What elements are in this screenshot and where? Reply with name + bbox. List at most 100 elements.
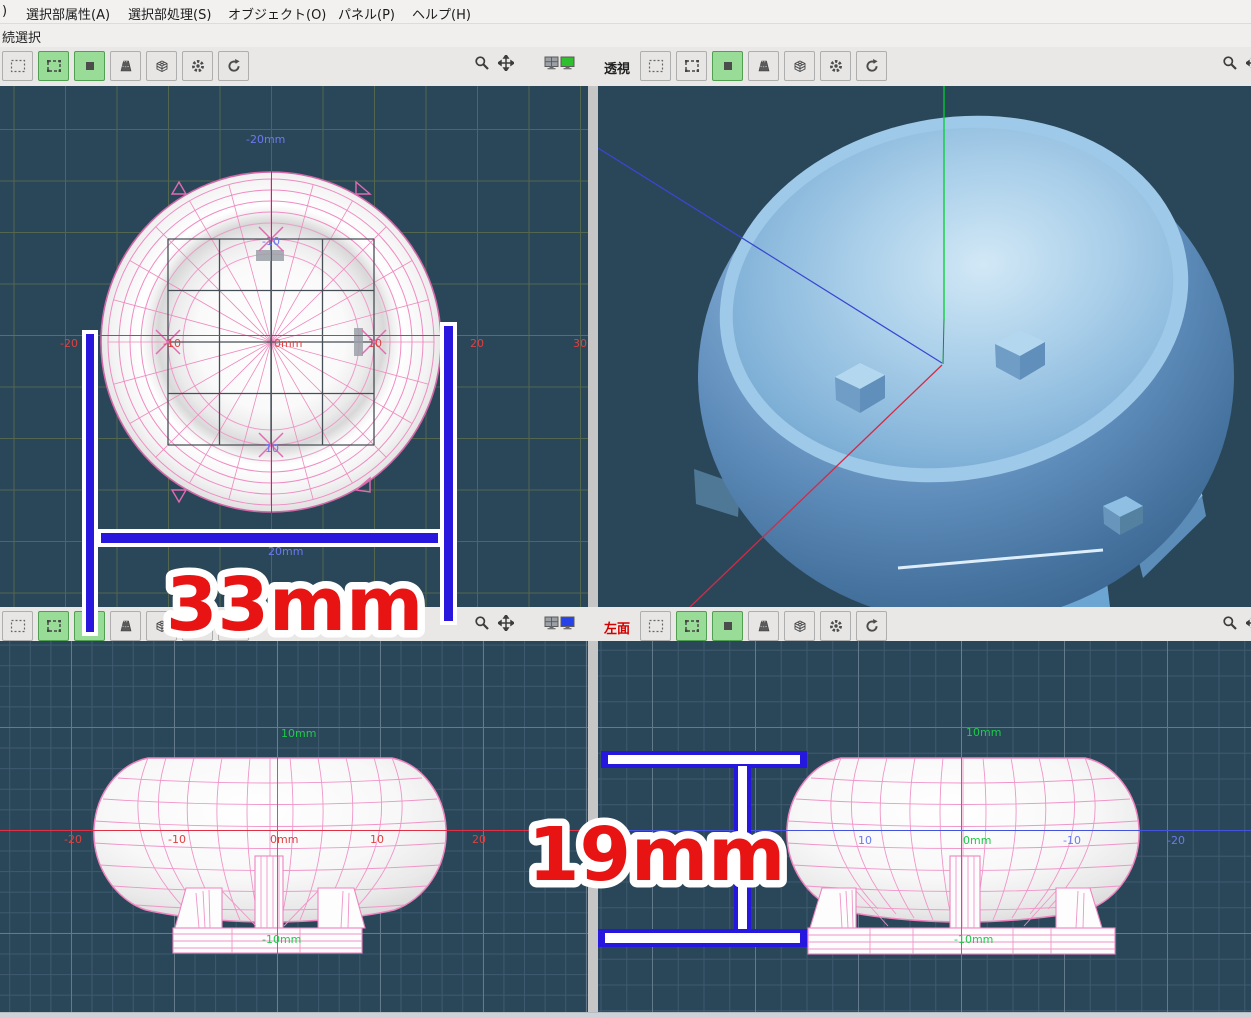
menu-item-selection-attr[interactable]: 選択部属性(A) [26,4,110,23]
rectangle-select-button[interactable] [676,611,707,641]
left-view-label: 左面 [604,618,630,637]
axis-tick: 30 [573,338,587,349]
rectangle-select-button[interactable] [38,51,69,81]
magnifier-icon [474,615,492,631]
axis-tick: 10 [368,338,382,349]
axis-tick: 0mm [270,834,298,845]
cone-select-icon [118,58,134,74]
marquee-select-button[interactable] [2,611,33,641]
rotate-icon [226,58,242,74]
cube-view-button[interactable] [784,51,815,81]
menu-item-object[interactable]: オブジェクト(O) [228,4,326,23]
pan-arrows-icon [498,615,514,631]
selection-marquee-icon [10,58,26,74]
cone-select-button[interactable] [748,51,779,81]
magnifier-icon [1222,55,1240,71]
axis-tick: -10 [163,338,181,349]
svg-text:19mm: 19mm [528,812,785,898]
bowl-3d-model [688,86,1234,607]
axis-tick: 0mm [963,835,991,846]
toolbar-top-right-pane: 透視 [598,47,1251,86]
fill-select-button[interactable] [712,51,743,81]
rotate-view-button[interactable] [856,611,887,641]
axis-tick: 10mm [966,727,1001,738]
dual-monitor-icon [544,55,575,71]
zoom-pan-tools[interactable] [474,615,514,631]
axis-tick: -10mm [954,934,993,945]
zoom-pan-tools[interactable] [1222,615,1251,631]
rotate-view-button[interactable] [218,51,249,81]
perspective-view-label: 透視 [604,58,630,77]
marquee-select-button[interactable] [640,51,671,81]
gear-icon [190,58,206,74]
x-axis-line [0,830,588,831]
front-view-canvas [0,641,588,1012]
axis-tick: 10mm [281,728,316,739]
menu-item-selection-proc[interactable]: 選択部処理(S) [128,4,211,23]
selection-marquee-icon [648,58,664,74]
mode-label[interactable]: 続選択 [2,27,41,46]
quad-view-toggle[interactable] [544,615,575,631]
height-dimension-bottom-bar [598,929,807,947]
rectangle-select-button[interactable] [676,51,707,81]
settings-button[interactable] [820,611,851,641]
pan-arrows-icon [1246,55,1251,71]
cone-select-icon [756,58,772,74]
rectangle-select-icon [684,58,700,74]
axis-tick: -20 [60,338,78,349]
axis-tick: -10 [262,236,280,247]
axis-tick: -20mm [246,134,285,145]
menu-item-help[interactable]: ヘルプ(H) [412,4,471,23]
viewport-perspective[interactable] [598,86,1251,607]
cube-view-icon [792,58,808,74]
cone-select-button[interactable] [110,51,141,81]
menu-bar: ) 選択部属性(A) 選択部処理(S) オブジェクト(O) パネル(P) ヘルプ… [0,0,1251,24]
magnifier-icon [474,55,492,71]
selection-marquee-icon [10,618,26,634]
zoom-pan-tools[interactable] [1222,55,1251,71]
axis-tick: 20 [470,338,484,349]
fill-select-icon [720,58,736,74]
axis-tick: 10 [858,835,872,846]
cube-view-button[interactable] [784,611,815,641]
axis-tick: -10 [168,834,186,845]
gear-icon [828,618,844,634]
selection-marquee-icon [648,618,664,634]
menu-item-truncated[interactable]: ) [2,4,7,19]
height-dimension-top-bar [601,751,807,768]
app-window: ) 選択部属性(A) 選択部処理(S) オブジェクト(O) パネル(P) ヘルプ… [0,0,1251,1018]
width-dimension-left-bar [82,330,98,636]
perspective-canvas [598,86,1251,607]
rectangle-select-icon [46,618,62,634]
rectangle-select-icon [46,58,62,74]
rotate-icon [864,618,880,634]
rotate-view-button[interactable] [856,51,887,81]
rectangle-select-button[interactable] [38,611,69,641]
cube-view-icon [154,58,170,74]
axis-tick: 0mm [274,338,302,349]
rectangle-select-icon [684,618,700,634]
zoom-pan-tools[interactable] [474,55,514,71]
width-dimension-label: 33mm [158,552,408,657]
fill-select-button[interactable] [712,611,743,641]
cone-select-button[interactable] [110,611,141,641]
menu-item-panel[interactable]: パネル(P) [338,4,395,23]
viewport-front-view[interactable]: -20 -10 0mm 10 20 10mm -10mm [0,641,588,1012]
rotate-icon [864,58,880,74]
cone-select-button[interactable] [748,611,779,641]
settings-button[interactable] [182,51,213,81]
fill-select-button[interactable] [74,51,105,81]
magnifier-icon [1222,615,1240,631]
quad-view-toggle[interactable] [544,55,575,71]
svg-text:33mm: 33mm [166,562,423,648]
toolbar-top-left-pane [0,47,588,86]
gear-icon [828,58,844,74]
width-dimension-crossbar [97,529,442,547]
axis-tick: -10 [1063,835,1081,846]
pane-splitter-vertical[interactable] [588,86,598,607]
marquee-select-button[interactable] [640,611,671,641]
axis-tick: -20 [1167,835,1185,846]
settings-button[interactable] [820,51,851,81]
cube-view-button[interactable] [146,51,177,81]
marquee-select-button[interactable] [2,51,33,81]
